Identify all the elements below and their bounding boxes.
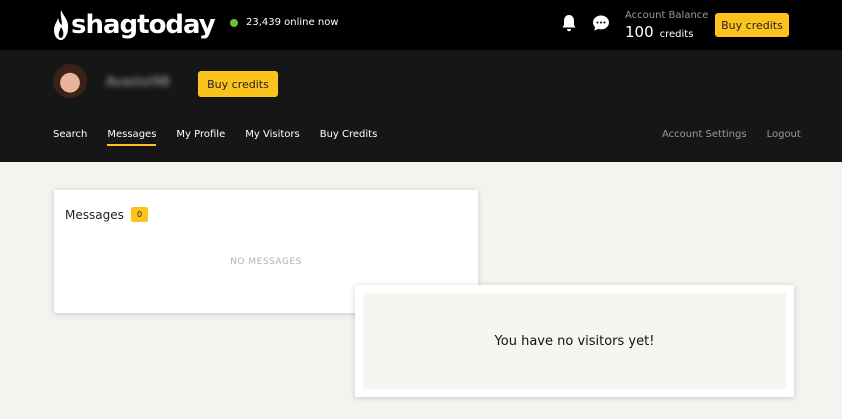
online-status: 23,439 online now xyxy=(230,17,339,28)
account-balance: Account Balance 100 credits xyxy=(625,10,708,41)
logo-text: shagtoday xyxy=(71,10,216,40)
flame-icon xyxy=(54,10,69,40)
balance-label: Account Balance xyxy=(625,10,709,21)
nav-item-buy-credits[interactable]: Buy Credits xyxy=(320,129,378,146)
account-nav: Account Settings Logout xyxy=(662,129,821,144)
profile-buy-credits-button[interactable]: Buy credits xyxy=(198,71,278,97)
visitors-card: You have no visitors yet! xyxy=(355,285,794,397)
nav-item-logout[interactable]: Logout xyxy=(767,129,801,144)
nav-item-search[interactable]: Search xyxy=(53,129,87,146)
nav-item-messages[interactable]: Messages xyxy=(107,129,157,146)
nav-item-account-settings[interactable]: Account Settings xyxy=(662,129,747,144)
balance-unit: credits xyxy=(659,29,694,40)
online-count-text: 23,439 online now xyxy=(246,17,339,28)
messages-title: Messages xyxy=(65,208,124,222)
profile-header: Avastol98 Buy credits Search Messages My… xyxy=(0,50,842,162)
main-nav: Search Messages My Profile My Visitors B… xyxy=(53,129,397,146)
online-dot-icon xyxy=(230,18,238,27)
chat-bubble-icon[interactable] xyxy=(592,14,610,32)
messages-count-badge: 0 xyxy=(131,207,148,222)
nav-item-my-profile[interactable]: My Profile xyxy=(176,129,225,146)
no-visitors-text: You have no visitors yet! xyxy=(494,333,655,349)
visitors-empty-panel: You have no visitors yet! xyxy=(363,293,786,389)
header-buy-credits-button[interactable]: Buy credits xyxy=(715,13,789,37)
top-bar: shagtoday 23,439 online now Account Bala… xyxy=(0,0,842,50)
balance-amount: 100 xyxy=(625,23,654,41)
username: Avastol98 xyxy=(106,75,170,90)
nav-item-my-visitors[interactable]: My Visitors xyxy=(245,129,299,146)
bell-icon[interactable] xyxy=(561,14,577,32)
avatar[interactable] xyxy=(53,64,87,98)
no-messages-text: NO MESSAGES xyxy=(230,257,302,267)
logo[interactable]: shagtoday xyxy=(52,8,216,42)
